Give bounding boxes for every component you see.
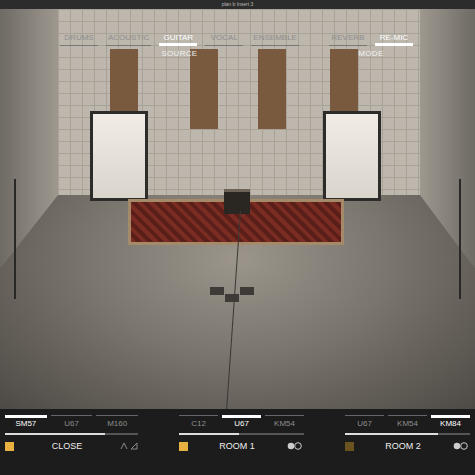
mic-stand[interactable] [14,179,16,299]
channel-name: CLOSE [22,441,112,451]
mic-model[interactable]: U67 [51,415,93,428]
mic-model[interactable]: U67 [222,415,261,428]
floor-mark [240,287,254,295]
acoustic-panel [258,49,286,129]
mic-model[interactable]: M160 [96,415,138,428]
acoustic-panel [190,49,218,129]
guitar-amp [224,189,250,214]
source-tab[interactable]: ACOUSTIC [106,33,151,46]
level-fill [5,433,105,435]
mic-model[interactable]: U67 [345,415,384,428]
mic-channel: C12 U67 KM54 ROOM 1 [179,415,304,475]
source-tab[interactable]: GUITAR [159,33,197,46]
mic-stand[interactable] [459,179,461,299]
mic-channel: SM57 U67M160 CLOSE [5,415,138,475]
stereo-icon[interactable] [452,442,470,450]
source-label: SOURCE [161,49,197,58]
room-view: DRUMS ACOUSTIC GUITAR VOCAL ENSEMBLE SOURCE RE… [0,9,475,409]
mic-panel: SM57U67M160CLOSEC12U67KM54ROOM 1U67KM54K… [0,409,475,475]
gobo [323,111,381,201]
plugin-window: plan b Insert 3 DRUMS ACOUSTIC GUITAR VOCAL E… [0,0,475,475]
mic-model[interactable]: KM54 [388,415,427,428]
enable-toggle[interactable] [5,442,14,451]
source-tab[interactable]: ENSEMBLE [251,33,299,46]
mic-model[interactable]: C12 [179,415,218,428]
enable-toggle[interactable] [179,442,188,451]
mode-tab[interactable]: RE-MIC [375,33,413,46]
level-fill [179,433,239,435]
mode-group: REVERB RE-MIC MODE [329,33,413,58]
source-tab[interactable]: VOCAL [205,33,243,46]
level-fill [345,433,438,435]
channel-name: ROOM 2 [362,441,444,451]
source-tab[interactable]: DRUMS [60,33,98,46]
mic-channel: U67 KM54 KM84 ROOM 2 [345,415,470,475]
level-slider[interactable] [5,433,138,435]
mic-model[interactable]: SM57 [5,415,47,428]
source-group: DRUMS ACOUSTIC GUITAR VOCAL ENSEMBLE SOURCE [60,33,299,58]
level-slider[interactable] [179,433,304,435]
title-bar: plan b Insert 3 [0,0,475,9]
gobo [90,111,148,201]
mic-model[interactable]: KM84 [431,415,470,428]
mode-tab[interactable]: REVERB [329,33,367,46]
floor-mark [225,294,239,302]
floor-mark [210,287,224,295]
window-title: plan b Insert 3 [222,2,254,7]
stereo-icon[interactable] [286,442,304,450]
level-slider[interactable] [345,433,470,435]
mic-model[interactable]: KM54 [265,415,304,428]
channel-name: ROOM 1 [196,441,278,451]
mode-label: MODE [358,49,383,58]
enable-toggle[interactable] [345,442,354,451]
phase-icon[interactable] [120,442,138,450]
header: DRUMS ACOUSTIC GUITAR VOCAL ENSEMBLE SOURCE RE… [0,33,475,58]
